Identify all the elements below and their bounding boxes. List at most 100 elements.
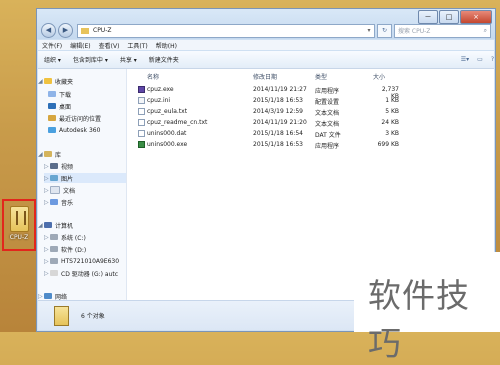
nav-autodesk[interactable]: Autodesk 360 (48, 125, 126, 135)
network-icon (44, 293, 52, 299)
menu-file[interactable]: 文件(F) (38, 41, 66, 50)
cpuz-shortcut-icon (9, 206, 29, 232)
nav-library[interactable]: ◢ 库 (38, 149, 126, 159)
nav-computer[interactable]: ◢ 计算机 (38, 220, 126, 230)
file-name: cpuz_readme_cn.txt (147, 119, 208, 126)
preview-pane-icon[interactable]: ▭ (477, 56, 483, 63)
nav-recent[interactable]: 最近访问的位置 (48, 113, 126, 123)
close-button[interactable]: × (460, 10, 492, 24)
nav-desktop[interactable]: 桌面 (48, 101, 126, 111)
forward-button[interactable]: ▶ (58, 23, 73, 38)
nav-music[interactable]: ▷ 音乐 (44, 197, 126, 207)
file-type: DAT 文件 (315, 132, 341, 139)
menu-help[interactable]: 帮助(H) (152, 41, 181, 50)
desktop-cpuz-icon[interactable]: CPU-Z (2, 199, 36, 251)
file-name: cpuz.ini (147, 97, 171, 104)
nav-label: 最近访问的位置 (59, 115, 102, 123)
column-header: 名称 修改日期 类型 大小 (127, 72, 494, 82)
file-date: 2014/11/19 21:20 (253, 119, 307, 126)
toolbar: 组织 ▾ 包含到库中 ▾ 共享 ▾ 新建文件夹 ☰▾ ▭ ? (38, 51, 494, 69)
maximize-button[interactable]: □ (439, 10, 459, 24)
menu-tools[interactable]: 工具(T) (123, 41, 151, 50)
nav-favorites[interactable]: ◢ 收藏夹 (38, 76, 126, 86)
application-icon (138, 86, 145, 93)
cd-drive-icon (50, 270, 58, 276)
search-icon[interactable]: ⌕ (484, 27, 487, 35)
file-size: 3 KB (385, 130, 399, 137)
drive-icon (50, 258, 58, 264)
file-date: 2015/1/18 16:53 (253, 97, 303, 104)
nav-label: HTS721010A9E630 (61, 257, 120, 265)
address-path: CPU-Z (93, 27, 112, 34)
music-library-icon (50, 199, 58, 205)
watermark-text: 软件技巧 (368, 276, 470, 363)
nav-label: CD 驱动器 (G:) autc (61, 270, 119, 278)
nav-documents[interactable]: ▷ 文档 (44, 185, 126, 195)
organize-button[interactable]: 组织 ▾ (38, 55, 67, 64)
drive-icon (50, 234, 58, 240)
minimize-button[interactable]: － (418, 10, 438, 24)
nav-cd-drive[interactable]: ▷ CD 驱动器 (G:) autc (44, 268, 126, 278)
view-options-icon[interactable]: ☰▾ (461, 56, 469, 63)
desktop-icon-label: CPU-Z (9, 234, 29, 241)
window-controls: － □ × (417, 10, 492, 24)
address-row: ◀ ▶ CPU-Z ▾ ↻ 搜索 CPU-Z ⌕ (41, 23, 491, 38)
file-date: 2014/3/19 12:59 (253, 108, 303, 115)
share-button[interactable]: 共享 ▾ (114, 55, 143, 64)
nav-label: 下载 (59, 91, 72, 99)
file-row[interactable]: cpuz_eula.txt 2014/3/19 12:59 文本文档 5 KB (127, 107, 494, 117)
title-bar: － □ × ◀ ▶ CPU-Z ▾ ↻ 搜索 CPU-Z ⌕ (37, 9, 495, 39)
address-bar[interactable]: CPU-Z ▾ (77, 23, 375, 38)
column-size[interactable]: 大小 (373, 72, 385, 81)
object-count: 6 个对象 (81, 313, 105, 320)
file-row[interactable]: cpuz.exe 2014/11/19 21:27 应用程序 2,737 KB (127, 85, 494, 100)
desktop-icon (48, 103, 56, 109)
search-input[interactable]: 搜索 CPU-Z ⌕ (394, 23, 491, 38)
file-row[interactable]: unins000.exe 2015/1/18 16:53 应用程序 699 KB (127, 140, 494, 150)
nav-videos[interactable]: ▷ 视频 (44, 161, 126, 171)
file-type: 文本文档 (315, 110, 340, 117)
config-file-icon (138, 97, 145, 104)
nav-label: 桌面 (59, 103, 72, 111)
file-row[interactable]: cpuz.ini 2015/1/18 16:53 配置设置 1 KB (127, 96, 494, 106)
file-date: 2015/1/18 16:53 (253, 141, 303, 148)
refresh-button[interactable]: ↻ (377, 23, 392, 38)
column-type[interactable]: 类型 (315, 72, 327, 81)
new-folder-button[interactable]: 新建文件夹 (143, 55, 185, 64)
nav-label: 图片 (61, 175, 74, 183)
nav-downloads[interactable]: 下载 (48, 89, 126, 99)
file-name: cpuz.exe (147, 86, 174, 93)
view-controls: ☰▾ ▭ ? (453, 56, 494, 63)
nav-label: Autodesk 360 (59, 126, 101, 134)
nav-label: 收藏夹 (55, 78, 74, 86)
file-size: 24 KB (381, 119, 399, 126)
column-name[interactable]: 名称 (147, 72, 159, 81)
search-placeholder: 搜索 CPU-Z (398, 28, 431, 35)
file-row[interactable]: cpuz_readme_cn.txt 2014/11/19 21:20 文本文档… (127, 118, 494, 128)
nav-drive-d[interactable]: ▷ 软件 (D:) (44, 244, 126, 254)
nav-label: 音乐 (61, 199, 74, 207)
data-file-icon (138, 130, 145, 137)
video-library-icon (50, 163, 58, 169)
column-date[interactable]: 修改日期 (253, 72, 277, 81)
chevron-down-icon[interactable]: ▾ (364, 27, 374, 34)
download-folder-icon (48, 91, 56, 97)
menu-view[interactable]: 查看(V) (95, 41, 124, 50)
recent-places-icon (48, 115, 56, 121)
file-row[interactable]: unins000.dat 2015/1/18 16:54 DAT 文件 3 KB (127, 129, 494, 139)
text-file-icon (138, 119, 145, 126)
watermark: 软件技巧 (354, 252, 500, 363)
menu-edit[interactable]: 编辑(E) (66, 41, 94, 50)
file-type: 文本文档 (315, 121, 340, 128)
text-file-icon (138, 108, 145, 115)
nav-pictures[interactable]: ▷ 图片 (44, 173, 126, 183)
file-date: 2015/1/18 16:54 (253, 130, 303, 137)
file-type: 应用程序 (315, 88, 340, 95)
nav-drive-c[interactable]: ▷ 系统 (C:) (44, 232, 126, 242)
nav-drive-hts[interactable]: ▷ HTS721010A9E630 (44, 256, 126, 266)
back-button[interactable]: ◀ (41, 23, 56, 38)
help-icon[interactable]: ? (491, 56, 494, 63)
include-library-button[interactable]: 包含到库中 ▾ (67, 55, 114, 64)
file-size: 5 KB (385, 108, 399, 115)
file-type: 应用程序 (315, 143, 340, 150)
